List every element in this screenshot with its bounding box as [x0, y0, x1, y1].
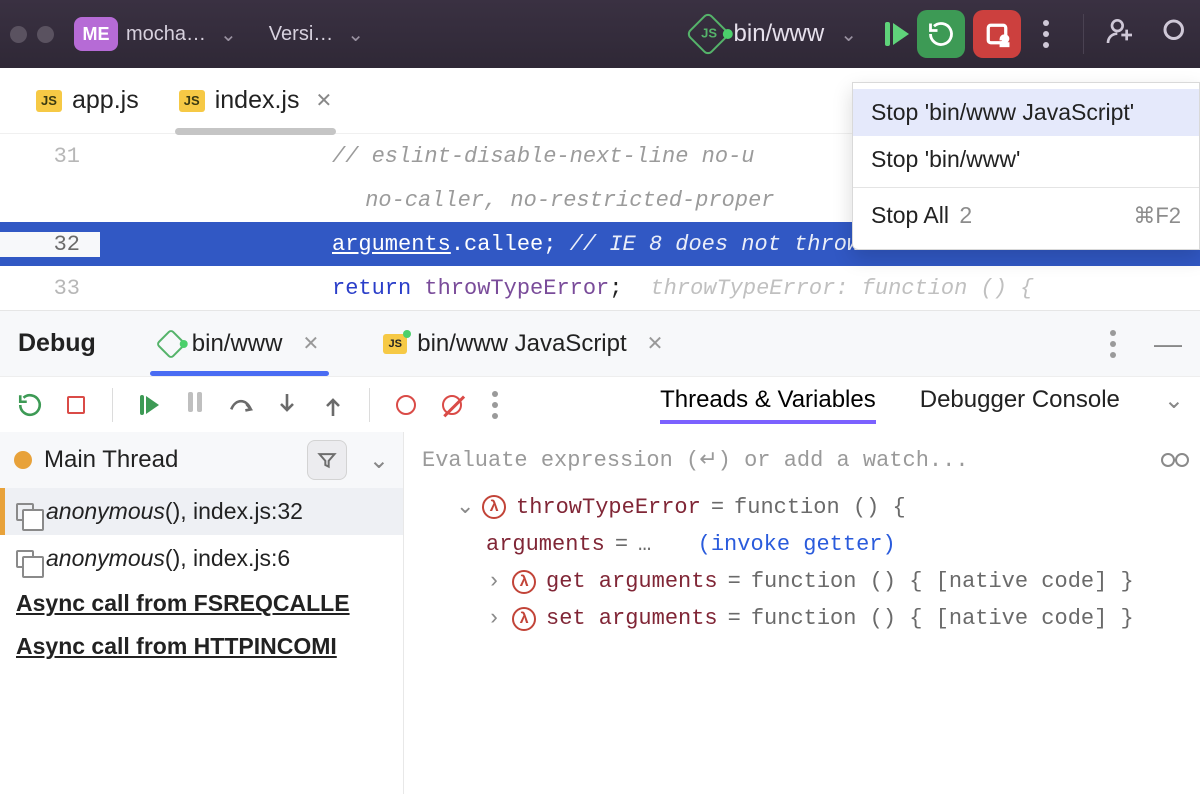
- editor-tab[interactable]: JS app.js: [36, 86, 139, 115]
- invoke-getter-link[interactable]: (invoke getter): [698, 532, 896, 557]
- watch-glasses-icon[interactable]: [1160, 446, 1190, 475]
- debug-panel-header: Debug bin/www ✕ JS bin/www JavaScript ✕ …: [0, 310, 1200, 376]
- variable-row[interactable]: › λ set arguments = function () { [nativ…: [422, 600, 1190, 637]
- view-breakpoints-icon[interactable]: [392, 395, 420, 415]
- tab-label: app.js: [72, 86, 139, 115]
- tab-label: index.js: [215, 86, 300, 115]
- chevron-down-icon[interactable]: ⌄: [840, 22, 857, 47]
- window-controls[interactable]: [10, 26, 54, 43]
- stop-menu-item[interactable]: Stop 'bin/www JavaScript': [853, 89, 1199, 136]
- lambda-icon: λ: [482, 495, 506, 519]
- more-debug-icon[interactable]: [492, 391, 498, 419]
- stack-frame[interactable]: anonymous(), index.js:6: [0, 535, 403, 582]
- line-number[interactable]: 31: [0, 144, 100, 169]
- debug-options-icon[interactable]: [1110, 330, 1116, 358]
- chevron-down-icon[interactable]: ⌄: [369, 446, 389, 475]
- js-file-icon: JS: [383, 334, 407, 354]
- vcs-branch[interactable]: Versi…: [269, 23, 333, 46]
- debug-toolbar: Threads & Variables Debugger Console ⌄: [0, 376, 1200, 432]
- frame-icon: [16, 503, 34, 521]
- line-number[interactable]: 32: [0, 232, 100, 257]
- debug-title: Debug: [18, 329, 96, 358]
- debug-body: Main Thread ⌄ anonymous(), index.js:32 a…: [0, 432, 1200, 794]
- js-file-icon: JS: [179, 90, 205, 112]
- resume-icon[interactable]: [135, 395, 163, 415]
- nodejs-icon: JS: [685, 11, 730, 56]
- rerun-debug-button[interactable]: [917, 10, 965, 58]
- variable-row[interactable]: › λ get arguments = function () { [nativ…: [422, 563, 1190, 600]
- code-with-me-icon[interactable]: [1104, 15, 1136, 53]
- expand-icon[interactable]: ›: [486, 606, 502, 631]
- variable-row[interactable]: arguments = … (invoke getter): [422, 526, 1190, 563]
- close-tab-icon[interactable]: ✕: [302, 331, 319, 356]
- minimize-panel-icon[interactable]: —: [1154, 328, 1182, 360]
- mute-breakpoints-icon[interactable]: [438, 395, 466, 415]
- divider: [369, 388, 370, 422]
- nodejs-icon: [155, 328, 186, 359]
- step-into-icon[interactable]: [273, 392, 301, 418]
- threads-variables-tab[interactable]: Threads & Variables: [660, 386, 876, 424]
- close-window-icon[interactable]: [10, 26, 27, 43]
- minimize-window-icon[interactable]: [37, 26, 54, 43]
- run-button[interactable]: [885, 22, 909, 46]
- lambda-icon: λ: [512, 570, 536, 594]
- stop-button[interactable]: 2: [973, 10, 1021, 58]
- thread-name[interactable]: Main Thread: [44, 446, 178, 474]
- close-tab-icon[interactable]: ✕: [647, 331, 664, 356]
- titlebar: ME mocha… ⌄ Versi… ⌄ JS bin/www ⌄ 2: [0, 0, 1200, 68]
- collapse-icon[interactable]: ⌄: [456, 494, 472, 520]
- filter-icon[interactable]: [307, 440, 347, 480]
- debug-session-tab[interactable]: JS bin/www JavaScript ✕: [379, 330, 667, 358]
- stop-all-menu-item[interactable]: Stop All 2 ⌘F2: [853, 192, 1199, 239]
- step-over-icon[interactable]: [227, 394, 255, 416]
- chevron-down-icon[interactable]: ⌄: [1164, 386, 1184, 424]
- shortcut-label: ⌘F2: [1133, 203, 1181, 229]
- run-config-name: bin/www: [734, 20, 825, 48]
- variables-pane: Evaluate expression (↵) or add a watch..…: [404, 432, 1200, 794]
- expand-icon[interactable]: ›: [486, 569, 502, 594]
- variable-row[interactable]: ⌄ λ throwTypeError = function () {: [422, 488, 1190, 526]
- run-configuration-selector[interactable]: JS bin/www ⌄: [692, 18, 863, 50]
- inline-value-hint: throwTypeError: function () {: [650, 276, 1033, 301]
- divider: [1083, 14, 1084, 54]
- async-boundary[interactable]: Async call from FSREQCALLE: [0, 582, 403, 625]
- close-tab-icon[interactable]: ✕: [315, 88, 332, 113]
- debug-session-tab[interactable]: bin/www ✕: [156, 330, 323, 358]
- svg-text:2: 2: [1001, 33, 1009, 48]
- debugger-console-tab[interactable]: Debugger Console: [920, 386, 1120, 424]
- line-number[interactable]: 33: [0, 276, 100, 301]
- js-file-icon: JS: [36, 90, 62, 112]
- debug-view-switcher: Threads & Variables Debugger Console ⌄: [660, 386, 1184, 424]
- evaluate-expression-input[interactable]: Evaluate expression (↵) or add a watch..…: [422, 432, 1190, 488]
- search-icon[interactable]: [1160, 16, 1190, 52]
- frames-header: Main Thread ⌄: [0, 432, 403, 488]
- divider: [112, 388, 113, 422]
- chevron-down-icon[interactable]: ⌄: [220, 22, 237, 47]
- editor-tab[interactable]: JS index.js ✕: [179, 86, 333, 115]
- project-name[interactable]: mocha…: [126, 23, 206, 46]
- stop-icon[interactable]: [62, 396, 90, 414]
- pause-icon[interactable]: [181, 392, 209, 418]
- thread-status-icon: [14, 451, 32, 469]
- step-out-icon[interactable]: [319, 392, 347, 418]
- async-boundary[interactable]: Async call from HTTPINCOMI: [0, 625, 403, 668]
- divider: [853, 187, 1199, 188]
- project-badge[interactable]: ME: [74, 17, 118, 51]
- chevron-down-icon[interactable]: ⌄: [347, 22, 364, 47]
- frame-icon: [16, 550, 34, 568]
- stack-frame[interactable]: anonymous(), index.js:32: [0, 488, 403, 535]
- more-actions-icon[interactable]: [1043, 20, 1049, 48]
- lambda-icon: λ: [512, 607, 536, 631]
- stop-menu-popup: Stop 'bin/www JavaScript' Stop 'bin/www'…: [852, 82, 1200, 250]
- rerun-icon[interactable]: [16, 392, 44, 418]
- frames-pane: Main Thread ⌄ anonymous(), index.js:32 a…: [0, 432, 404, 794]
- stop-menu-item[interactable]: Stop 'bin/www': [853, 136, 1199, 183]
